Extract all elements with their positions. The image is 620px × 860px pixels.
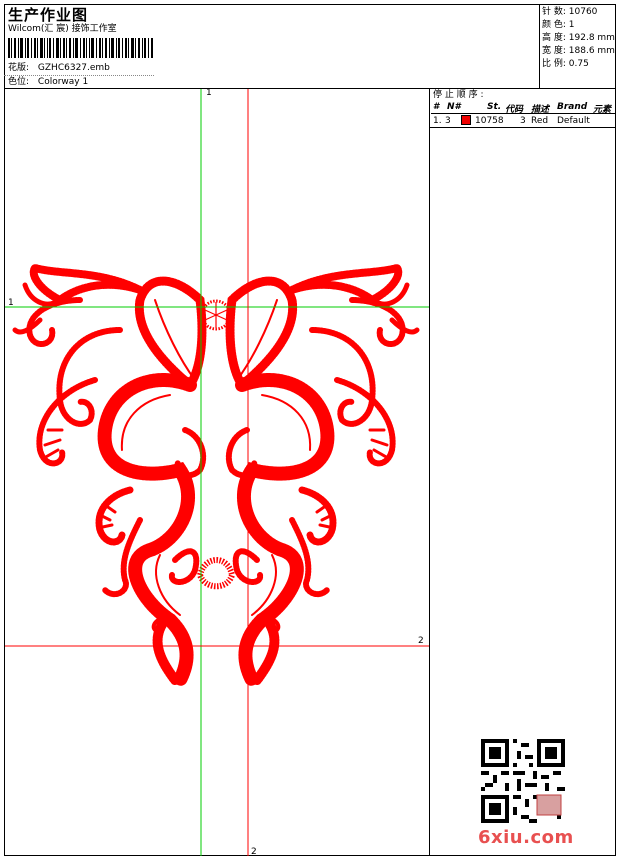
embroidery-preview <box>5 89 429 856</box>
qr-code-image <box>481 739 565 823</box>
watermark-text: 6xiu.com <box>478 827 574 848</box>
center-bottom-loop <box>196 557 236 590</box>
axis-label-red-right: 2 <box>418 636 424 646</box>
design-right-half <box>229 268 417 680</box>
axis-label-green-left: 1 <box>8 298 14 308</box>
axis-label-red-bottom: 2 <box>251 847 257 857</box>
axis-label-green-top: 1 <box>206 88 212 98</box>
design-left-half <box>15 268 203 680</box>
